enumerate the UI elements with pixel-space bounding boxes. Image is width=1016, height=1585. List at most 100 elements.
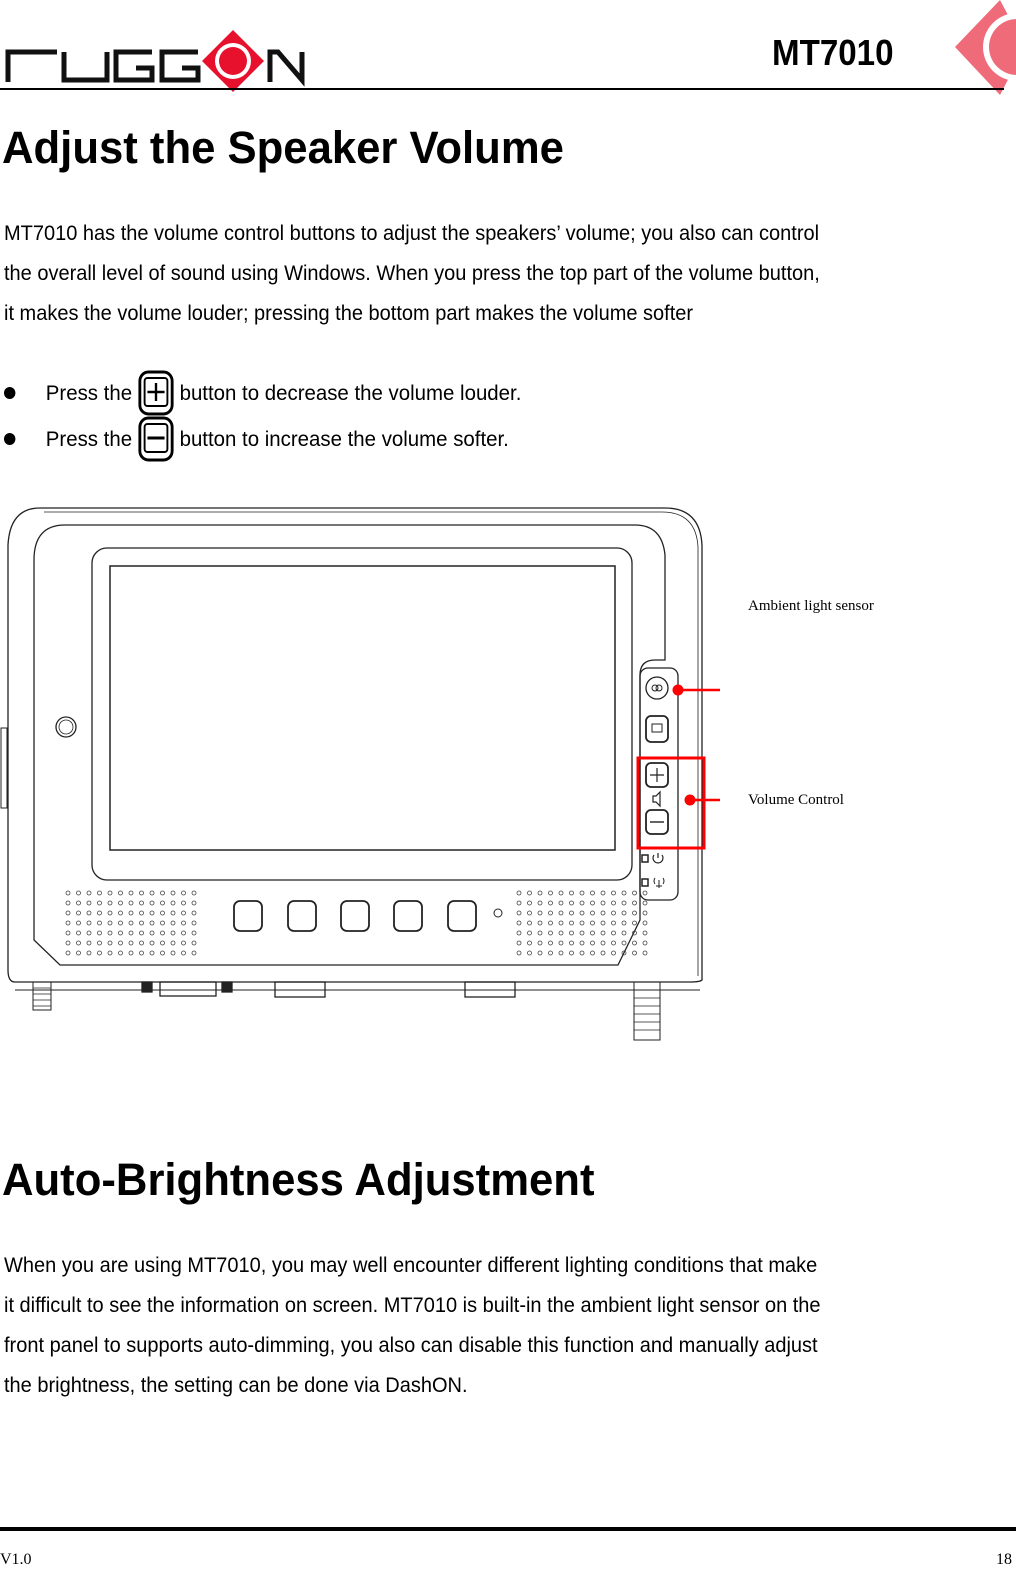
front-button-2 <box>287 900 317 932</box>
speaker-grille-hole <box>558 930 564 936</box>
speaker-grille-hole <box>569 930 574 936</box>
bullet-item-minus: Press the button to increase the volume … <box>4 416 509 462</box>
speaker-volume-paragraph: MT7010 has the volume control buttons to… <box>4 213 943 333</box>
mt7010-front-view-figure <box>0 507 720 1041</box>
speaker-grille-hole <box>118 940 123 946</box>
speaker-grille-hole <box>621 900 627 906</box>
speaker-grille-hole <box>128 890 134 896</box>
speaker-grille-hole <box>569 900 574 906</box>
speaker-grille-hole <box>642 940 648 946</box>
speaker-grille-hole <box>569 920 574 926</box>
screen-frame <box>91 547 633 881</box>
speaker-grille-hole <box>149 920 155 926</box>
antenna-connector-right <box>633 981 661 1041</box>
speaker-grille-hole <box>516 920 522 926</box>
speaker-grille-hole <box>537 940 543 946</box>
speaker-grille-hole <box>149 900 155 906</box>
speaker-grille-hole <box>149 940 155 946</box>
speaker-grille-hole <box>527 940 532 946</box>
speaker-grille-hole <box>170 940 176 946</box>
speaker-grille-hole <box>548 950 553 956</box>
speaker-grille-hole <box>516 930 522 936</box>
speaker-grille-hole <box>527 920 532 926</box>
paragraph-line: MT7010 has the volume control buttons to… <box>4 221 820 245</box>
speaker-grille-hole <box>139 940 144 946</box>
speaker-grille-hole <box>76 890 81 896</box>
speaker-grille-hole <box>160 910 165 916</box>
speaker-grille-hole <box>516 890 522 896</box>
speaker-grille-hole <box>170 950 176 956</box>
speaker-grille-hole <box>170 930 176 936</box>
speaker-grille-hole <box>642 930 648 936</box>
speaker-grille-hole <box>107 890 113 896</box>
speaker-grille-hole <box>118 950 123 956</box>
speaker-grille-hole <box>65 950 71 956</box>
bullet-prefix: Press the <box>45 426 133 451</box>
speaker-grille-hole <box>590 930 595 936</box>
power-led <box>641 854 649 863</box>
bullet-prefix: Press the <box>45 380 133 405</box>
speaker-grille-hole <box>76 950 81 956</box>
speaker-grille-hole <box>139 950 144 956</box>
speaker-grille-hole <box>558 900 564 906</box>
speaker-grille-hole <box>181 940 186 946</box>
page-number: 18 <box>996 1551 1012 1568</box>
speaker-grille-hole <box>590 920 595 926</box>
model-name: MT7010 <box>772 32 894 73</box>
speaker-grille-hole <box>97 950 102 956</box>
speaker-grille-hole <box>118 920 123 926</box>
speaker-grille-hole <box>160 950 165 956</box>
speaker-grille-hole <box>170 900 176 906</box>
speaker-grille-hole <box>579 940 585 946</box>
device-outer-body <box>7 507 703 983</box>
speaker-grille-hole <box>579 900 585 906</box>
wireless-led <box>641 878 649 887</box>
speaker-grille-hole <box>590 900 595 906</box>
speaker-grille-hole <box>149 950 155 956</box>
speaker-grille-hole <box>65 910 71 916</box>
speaker-grille-hole <box>97 910 102 916</box>
speaker-grille-hole <box>86 910 92 916</box>
speaker-grille-hole <box>548 920 553 926</box>
paragraph-line: the overall level of sound using Windows… <box>4 261 820 285</box>
speaker-grille-hole <box>181 900 186 906</box>
speaker-grille-hole <box>170 890 176 896</box>
logo-letter-n <box>267 49 305 87</box>
header-divider <box>0 88 1004 90</box>
speaker-grille-hole <box>76 920 81 926</box>
speaker-grille-hole <box>107 940 113 946</box>
speaker-grille-hole <box>611 910 616 916</box>
speaker-grille-hole <box>527 910 532 916</box>
front-button-4 <box>393 900 423 932</box>
ambient-sensor-callout-line <box>678 688 720 692</box>
logo-letter-g2 <box>159 49 201 83</box>
speaker-grille-hole <box>590 950 595 956</box>
speaker-grille-hole <box>160 930 165 936</box>
speaker-grille-hole <box>579 930 585 936</box>
speaker-grille-hole <box>86 930 92 936</box>
speaker-grille-hole <box>569 890 574 896</box>
speaker-grille-hole <box>107 900 113 906</box>
speaker-grille-hole <box>191 930 197 936</box>
speaker-grille-hole <box>139 890 144 896</box>
speaker-grille-hole <box>149 890 155 896</box>
speaker-grille-hole <box>579 920 585 926</box>
speaker-grille-hole <box>65 920 71 926</box>
speaker-grille-hole <box>537 900 543 906</box>
logo-letter-u <box>61 52 110 83</box>
plus-button-icon <box>138 370 174 416</box>
speaker-grille-hole <box>527 930 532 936</box>
display-screen <box>109 565 616 851</box>
speaker-grille-hole <box>107 910 113 916</box>
speaker-grille-hole <box>160 890 165 896</box>
speaker-grille-hole <box>170 920 176 926</box>
power-icon <box>652 853 664 864</box>
speaker-grille-hole <box>537 920 543 926</box>
front-button-5 <box>447 900 477 932</box>
speaker-grille-hole <box>558 940 564 946</box>
device-bezel <box>33 524 666 966</box>
minus-button-icon <box>138 416 174 462</box>
indicator-hole <box>493 908 503 918</box>
paragraph-line: it difficult to see the information on s… <box>4 1293 821 1317</box>
speaker-grille-hole <box>590 940 595 946</box>
